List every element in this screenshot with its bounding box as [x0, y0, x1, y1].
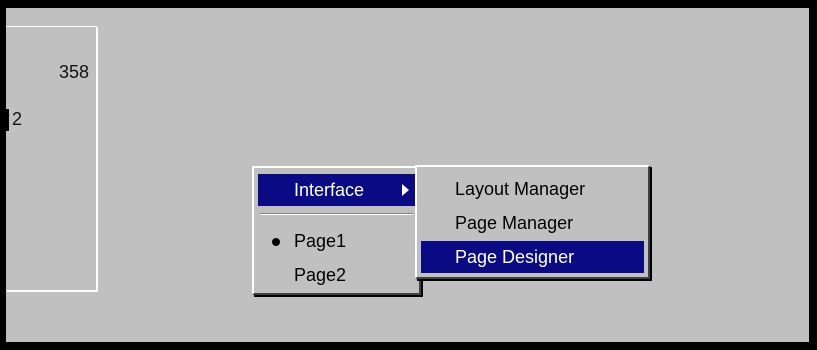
submenu-item-page-manager[interactable]: Page Manager — [421, 207, 644, 239]
panel-value-2: 2 — [12, 109, 23, 129]
submenu-item-layout-manager[interactable]: Layout Manager — [421, 173, 644, 205]
interface-submenu: Layout Manager Page Manager Page Designe… — [415, 165, 650, 279]
context-menu: Interface Page1 Page2 — [252, 166, 421, 295]
menu-item-interface-label: Interface — [294, 180, 365, 200]
submenu-item-layout-manager-label: Layout Manager — [455, 179, 586, 199]
submenu-item-page-manager-label: Page Manager — [455, 213, 574, 233]
menu-item-page2-label: Page2 — [294, 265, 347, 285]
submenu-item-page-designer-label: Page Designer — [455, 247, 575, 267]
submenu-arrow-icon — [402, 184, 409, 196]
menu-item-page1[interactable]: Page1 — [258, 225, 415, 257]
menu-item-page2[interactable]: Page2 — [258, 259, 415, 291]
window-frame: 358 2 Interface Page1 Page2 Layout Manag… — [0, 0, 817, 350]
menu-item-page1-label: Page1 — [294, 231, 347, 251]
panel-value-358: 358 — [59, 62, 90, 82]
menu-item-interface[interactable]: Interface — [258, 174, 415, 206]
submenu-item-page-designer[interactable]: Page Designer — [421, 241, 644, 273]
menu-separator — [260, 213, 413, 215]
radio-bullet-icon — [272, 238, 280, 246]
background-panel: 358 2 — [6, 26, 97, 291]
text-cursor — [6, 109, 9, 131]
